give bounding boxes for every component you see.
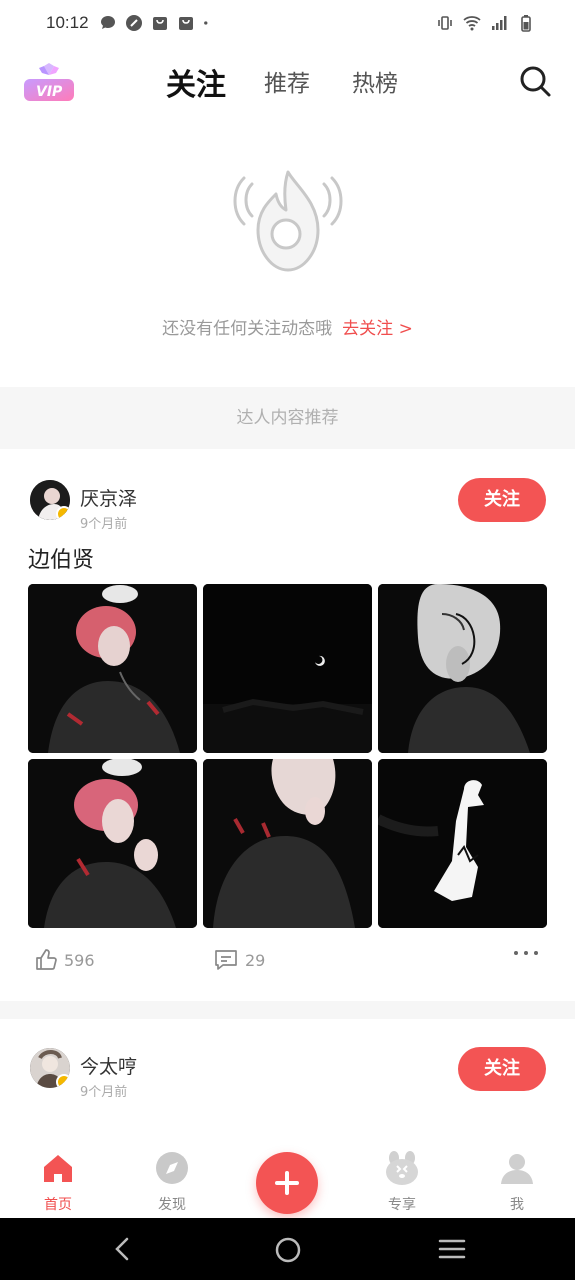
post-image[interactable] bbox=[378, 759, 547, 928]
comment-count: 29 bbox=[245, 950, 266, 970]
post-image[interactable] bbox=[28, 584, 197, 753]
post-image[interactable] bbox=[378, 584, 547, 753]
nav-me-label: 我 bbox=[510, 1197, 524, 1213]
more-icon[interactable] bbox=[514, 951, 538, 955]
avatar[interactable] bbox=[30, 1048, 70, 1088]
post-image[interactable] bbox=[203, 584, 372, 753]
like-button[interactable]: 596 bbox=[34, 948, 95, 972]
vibrate-icon bbox=[438, 16, 452, 30]
tab-hot[interactable]: 热榜 bbox=[352, 64, 398, 98]
post-time: 9个月前 bbox=[80, 1085, 128, 1100]
system-nav-bar bbox=[0, 1218, 575, 1280]
author-name[interactable]: 今太哼 bbox=[80, 1052, 137, 1079]
go-follow-link[interactable]: 去关注 > bbox=[342, 319, 413, 339]
empty-state-message: 还没有任何关注动态哦 去关注 > bbox=[0, 314, 575, 339]
dot-icon bbox=[203, 21, 207, 25]
avatar[interactable] bbox=[30, 480, 70, 520]
nav-me[interactable]: 我 bbox=[477, 1150, 557, 1214]
app-icon bbox=[125, 15, 142, 31]
top-nav: VIP 关注 推荐 热榜 bbox=[0, 50, 575, 116]
image-grid bbox=[28, 584, 548, 928]
home-circle-icon[interactable] bbox=[274, 1236, 302, 1264]
nav-discover[interactable]: 发现 bbox=[132, 1150, 212, 1214]
tab-follow[interactable]: 关注 bbox=[166, 60, 226, 104]
wifi-icon bbox=[463, 16, 481, 31]
compass-icon bbox=[156, 1152, 188, 1184]
battery-icon bbox=[521, 15, 531, 32]
status-time: 10:12 bbox=[46, 13, 89, 32]
post-actions: 596 29 bbox=[0, 948, 575, 978]
user-icon bbox=[501, 1154, 533, 1184]
nav-discover-label: 发现 bbox=[158, 1197, 186, 1213]
back-icon[interactable] bbox=[110, 1236, 134, 1262]
verified-badge-icon bbox=[56, 506, 70, 520]
vip-label: VIP bbox=[36, 84, 63, 100]
comment-button[interactable]: 29 bbox=[213, 948, 265, 972]
nav-home[interactable]: 首页 bbox=[18, 1150, 98, 1214]
post-time: 9个月前 bbox=[80, 517, 128, 532]
post-image[interactable] bbox=[28, 759, 197, 928]
author-name[interactable]: 厌京泽 bbox=[80, 484, 137, 511]
thumbs-up-icon bbox=[36, 949, 57, 970]
signal-icon bbox=[492, 16, 507, 30]
follow-button[interactable]: 关注 bbox=[458, 1047, 546, 1091]
empty-message: 还没有任何关注动态哦 bbox=[162, 319, 333, 339]
bottom-nav: 首页 发现 专享 我 bbox=[0, 1138, 575, 1218]
nav-home-label: 首页 bbox=[44, 1197, 72, 1213]
divider bbox=[0, 1001, 575, 1019]
create-post-button[interactable] bbox=[256, 1152, 318, 1214]
status-bar: 10:12 bbox=[0, 0, 575, 46]
post-image[interactable] bbox=[203, 759, 372, 928]
message-icon bbox=[100, 16, 115, 29]
comment-icon bbox=[215, 950, 237, 970]
bag-icon bbox=[178, 17, 193, 30]
post-title: 边伯贤 bbox=[28, 548, 95, 573]
menu-icon[interactable] bbox=[438, 1236, 466, 1262]
like-count: 596 bbox=[64, 950, 95, 970]
bag-icon bbox=[152, 17, 167, 30]
vip-button[interactable]: VIP bbox=[22, 62, 76, 104]
recommend-header: 达人内容推荐 bbox=[0, 387, 575, 449]
verified-badge-icon bbox=[56, 1074, 70, 1088]
empty-flame-icon bbox=[233, 170, 343, 272]
nav-exclusive-label: 专享 bbox=[388, 1197, 416, 1213]
tab-recommend[interactable]: 推荐 bbox=[264, 64, 310, 98]
nav-exclusive[interactable]: 专享 bbox=[362, 1150, 442, 1214]
bunny-icon bbox=[386, 1151, 418, 1185]
search-icon[interactable] bbox=[518, 64, 552, 98]
follow-button[interactable]: 关注 bbox=[458, 478, 546, 522]
home-icon bbox=[44, 1155, 72, 1182]
